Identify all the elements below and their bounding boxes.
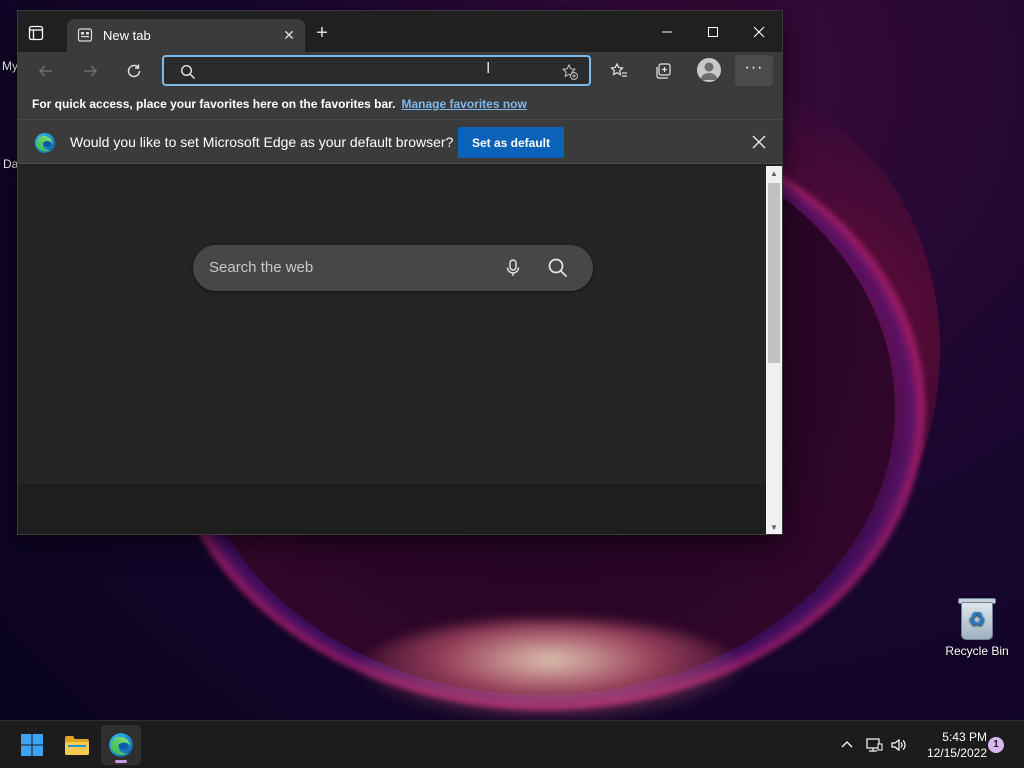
edge-logo-icon bbox=[35, 133, 55, 153]
start-button[interactable] bbox=[12, 725, 52, 765]
forward-button[interactable] bbox=[76, 58, 104, 84]
volume-button[interactable] bbox=[889, 735, 909, 755]
maximize-button[interactable] bbox=[690, 11, 736, 52]
tab-close-icon[interactable]: ✕ bbox=[281, 27, 297, 43]
folder-icon bbox=[65, 736, 89, 755]
web-search-placeholder: Search the web bbox=[209, 259, 314, 276]
address-bar[interactable]: Ι bbox=[162, 55, 591, 86]
tab-new-tab[interactable]: New tab ✕ bbox=[67, 19, 305, 52]
web-search-box[interactable]: Search the web bbox=[193, 245, 593, 291]
network-icon bbox=[866, 738, 883, 752]
text-cursor-icon: Ι bbox=[486, 60, 491, 77]
network-status-button[interactable] bbox=[864, 735, 884, 755]
title-bar: New tab ✕ + bbox=[18, 11, 782, 52]
close-icon bbox=[753, 26, 765, 37]
add-favorite-star-icon[interactable] bbox=[561, 63, 579, 81]
new-tab-page-icon bbox=[77, 28, 93, 42]
taskbar: 5:43 PM 12/15/2022 1 bbox=[0, 720, 1024, 768]
favorites-bar: For quick access, place your favorites h… bbox=[18, 89, 782, 119]
search-submit-icon[interactable] bbox=[547, 257, 569, 279]
window-controls bbox=[644, 11, 782, 52]
profile-icon bbox=[700, 62, 718, 80]
microphone-icon[interactable] bbox=[503, 258, 523, 278]
taskbar-microsoft-edge[interactable] bbox=[101, 725, 141, 765]
tab-actions-icon bbox=[28, 25, 44, 41]
profile-avatar-button[interactable] bbox=[697, 58, 721, 82]
maximize-icon bbox=[708, 26, 718, 37]
search-icon bbox=[180, 64, 195, 79]
favorites-star-list-icon bbox=[610, 62, 627, 77]
minimize-button[interactable] bbox=[644, 11, 690, 52]
scroll-down-arrow-icon[interactable]: ▼ bbox=[766, 520, 782, 534]
recycle-bin-label: Recycle Bin bbox=[945, 644, 1009, 658]
favorites-bar-message: For quick access, place your favorites h… bbox=[32, 97, 396, 111]
close-window-button[interactable] bbox=[736, 11, 782, 52]
new-tab-page-lower-area bbox=[18, 484, 766, 534]
scroll-up-arrow-icon[interactable]: ▲ bbox=[766, 166, 782, 182]
vertical-scrollbar[interactable]: ▲ ▼ bbox=[766, 166, 782, 534]
forward-arrow-icon bbox=[84, 65, 97, 77]
wallpaper-bottom-glow bbox=[360, 620, 740, 720]
show-hidden-icons-button[interactable] bbox=[837, 735, 857, 755]
navigation-toolbar: Ι ··· bbox=[18, 52, 782, 89]
manage-favorites-link[interactable]: Manage favorites now bbox=[401, 97, 526, 111]
refresh-icon bbox=[127, 64, 141, 78]
new-tab-page: Search the web bbox=[18, 166, 766, 534]
settings-more-button[interactable]: ··· bbox=[735, 55, 773, 86]
speaker-icon bbox=[891, 738, 906, 752]
minimize-icon bbox=[662, 31, 672, 32]
address-input[interactable] bbox=[204, 60, 544, 82]
close-infobar-icon[interactable] bbox=[750, 133, 768, 151]
desktop-icon-label-partial-1[interactable]: My bbox=[2, 59, 18, 73]
taskbar-clock[interactable]: 5:43 PM 12/15/2022 bbox=[915, 729, 987, 761]
recycle-bin-icon: ♻ bbox=[957, 596, 997, 640]
active-app-indicator bbox=[115, 760, 127, 763]
recycle-bin-shortcut[interactable]: ♻ Recycle Bin bbox=[938, 594, 1016, 658]
collections-button[interactable] bbox=[649, 57, 677, 85]
back-button[interactable] bbox=[32, 58, 60, 84]
scrollbar-thumb[interactable] bbox=[768, 183, 780, 363]
edge-browser-window: New tab ✕ + Ι ··· For quick access, plac… bbox=[17, 10, 783, 535]
tab-actions-menu-button[interactable] bbox=[26, 23, 46, 43]
back-arrow-icon bbox=[39, 65, 52, 77]
tab-title: New tab bbox=[103, 28, 151, 43]
infobar-message: Would you like to set Microsoft Edge as … bbox=[70, 134, 454, 150]
taskbar-file-explorer[interactable] bbox=[57, 725, 97, 765]
refresh-button[interactable] bbox=[120, 58, 148, 84]
clock-date: 12/15/2022 bbox=[926, 746, 987, 760]
favorites-button[interactable] bbox=[605, 57, 633, 85]
set-as-default-button[interactable]: Set as default bbox=[458, 127, 564, 158]
clock-time: 5:43 PM bbox=[942, 730, 987, 744]
new-tab-button[interactable]: + bbox=[312, 23, 332, 43]
chevron-up-icon bbox=[841, 741, 853, 748]
notification-badge[interactable]: 1 bbox=[988, 737, 1004, 753]
edge-icon bbox=[109, 733, 133, 757]
more-dots-icon: ··· bbox=[744, 59, 764, 76]
windows-logo-icon bbox=[21, 734, 43, 756]
default-browser-infobar: Would you like to set Microsoft Edge as … bbox=[18, 119, 782, 164]
collections-icon bbox=[656, 63, 671, 79]
